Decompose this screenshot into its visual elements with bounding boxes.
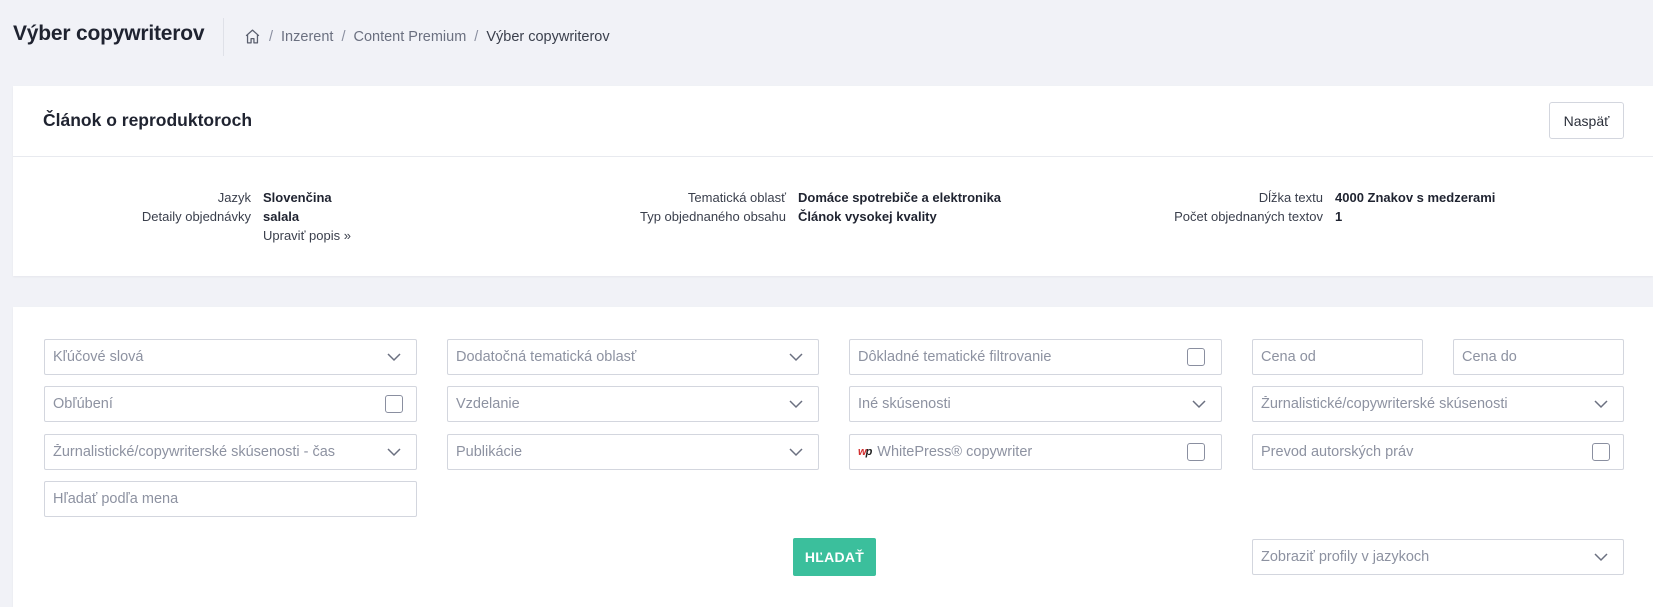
thorough-filtering-checkbox[interactable] [1187,348,1205,366]
breadcrumb-separator: / [269,28,274,45]
copyright-transfer-checkbox[interactable] [1592,443,1610,461]
other-experience-select[interactable]: Iné skúsenosti [849,386,1222,422]
whitepress-logo-icon: wp [858,446,872,458]
price-to-placeholder: Cena do [1462,349,1517,365]
chevron-down-icon [387,447,401,456]
education-placeholder: Vzdelanie [456,396,520,412]
page-header: Výber copywriterov / Inzerent / Content … [0,0,1653,72]
chevron-down-icon [789,352,803,361]
additional-topic-placeholder: Dodatočná tematická oblasť [456,349,637,365]
chevron-down-icon [789,447,803,456]
other-experience-placeholder: Iné skúsenosti [858,396,951,412]
journalist-experience-select[interactable]: Žurnalistické/copywriterské skúsenosti [1252,386,1624,422]
thorough-filtering-label: Dôkladné tematické filtrovanie [858,349,1052,365]
order-title: Článok o reproduktoroch [43,110,253,130]
profile-languages-placeholder: Zobraziť profily v jazykoch [1261,549,1430,565]
keywords-placeholder: Kľúčové slová [53,349,144,365]
search-by-name-input[interactable]: Hľadať podľa mena [44,481,417,517]
title-divider [223,18,224,56]
favourites-checkbox-field[interactable]: Obľúbení [44,386,417,422]
whitepress-copywriter-checkbox[interactable] [1187,443,1205,461]
education-select[interactable]: Vzdelanie [447,386,819,422]
publications-select[interactable]: Publikácie [447,434,819,470]
additional-topic-select[interactable]: Dodatočná tematická oblasť [447,339,819,375]
whitepress-copywriter-label: WhitePress® copywriter [877,444,1033,460]
copyright-transfer-label: Prevod autorských práv [1261,444,1414,460]
keywords-select[interactable]: Kľúčové slová [44,339,417,375]
breadcrumb-separator: / [474,28,479,45]
text-length-value: 4000 Znakov s medzerami [1335,190,1496,205]
chevron-down-icon [1594,552,1608,561]
price-from-input[interactable]: Cena od [1252,339,1423,375]
chevron-down-icon [1192,399,1206,408]
text-count-label: Počet objednaných textov [1174,209,1323,224]
profile-languages-select[interactable]: Zobraziť profily v jazykoch [1252,539,1624,575]
chevron-down-icon [1594,399,1608,408]
order-card-header: Článok o reproduktoroch Naspäť [13,86,1653,157]
text-length-label: Dĺžka textu [1258,190,1323,205]
search-by-name-placeholder: Hľadať podľa mena [53,491,179,507]
breadcrumb-item-current: Výber copywriterov [486,28,610,45]
journalist-experience-placeholder: Žurnalistické/copywriterské skúsenosti [1261,396,1508,412]
price-to-input[interactable]: Cena do [1453,339,1624,375]
favourites-checkbox[interactable] [385,395,403,413]
text-count-value: 1 [1335,209,1343,224]
chevron-down-icon [789,399,803,408]
price-from-placeholder: Cena od [1261,349,1316,365]
favourites-label: Obľúbení [53,396,113,412]
breadcrumb-separator: / [341,28,346,45]
breadcrumb-item-inzerent[interactable]: Inzerent [281,29,333,45]
journalist-experience-time-placeholder: Žurnalistické/copywriterské skúsenosti -… [53,444,336,460]
whitepress-copywriter-checkbox-field[interactable]: wp WhitePress® copywriter [849,434,1222,470]
order-details-col-3: Dĺžka textu 4000 Znakov s medzerami Poče… [26,188,1495,226]
search-button[interactable]: HĽADAŤ [793,538,876,576]
copyright-transfer-checkbox-field[interactable]: Prevod autorských práv [1252,434,1624,470]
chevron-down-icon [387,352,401,361]
page-title: Výber copywriterov [13,22,205,45]
thorough-filtering-checkbox-field[interactable]: Dôkladné tematické filtrovanie [849,339,1222,375]
order-card: Článok o reproduktoroch Naspäť Jazyk Slo… [13,86,1653,276]
edit-description-link[interactable]: Upraviť popis » [263,226,351,245]
breadcrumb: / Inzerent / Content Premium / Výber cop… [244,28,610,45]
home-icon[interactable] [244,28,261,45]
back-button[interactable]: Naspäť [1549,102,1624,139]
breadcrumb-item-content-premium[interactable]: Content Premium [353,29,466,45]
publications-placeholder: Publikácie [456,444,523,460]
journalist-experience-time-select[interactable]: Žurnalistické/copywriterské skúsenosti -… [44,434,417,470]
